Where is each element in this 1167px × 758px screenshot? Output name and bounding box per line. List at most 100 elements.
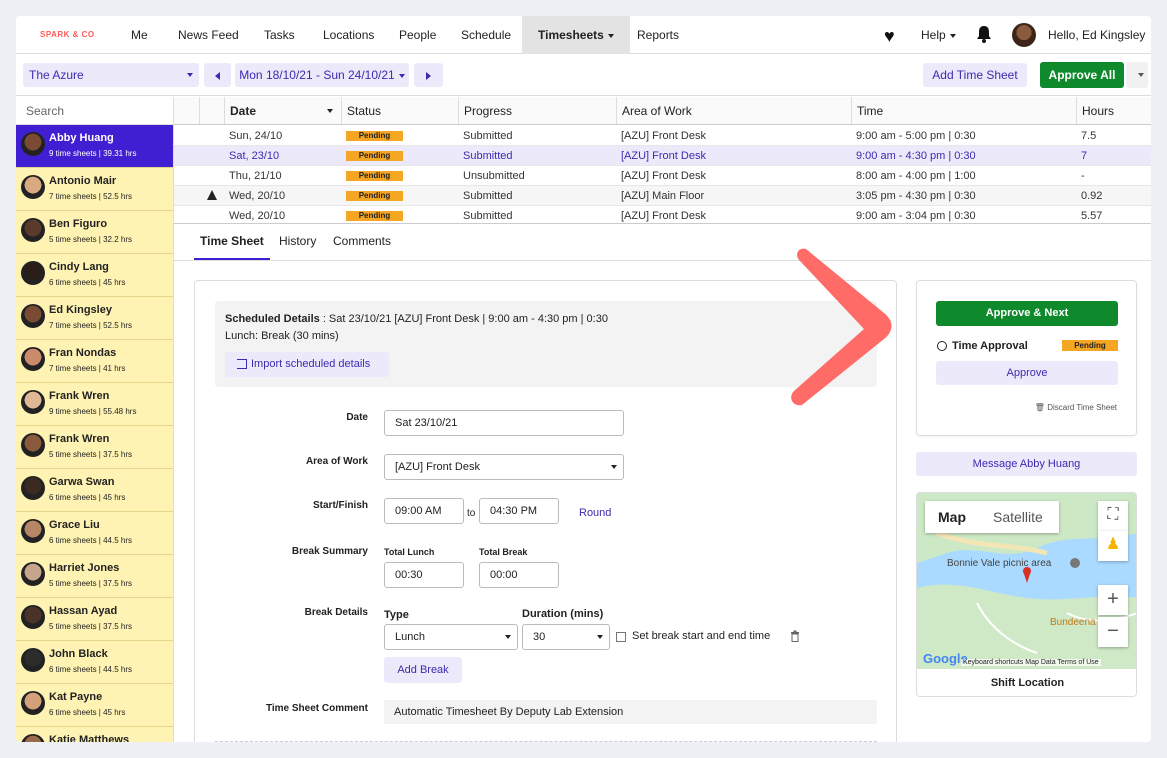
employee-item[interactable]: Hassan Ayad 5 time sheets | 37.5 hrs: [16, 598, 173, 641]
tab-history[interactable]: History: [279, 224, 316, 260]
map-footer-label: Shift Location: [917, 669, 1136, 696]
map-attribution[interactable]: Keyboard shortcuts Map Data Terms of Use: [961, 659, 1101, 666]
employee-item[interactable]: Fran Nondas 7 time sheets | 41 hrs: [16, 340, 173, 383]
bell-icon[interactable]: [976, 25, 992, 43]
date-field[interactable]: Sat 23/10/21: [384, 410, 624, 436]
start-time-field[interactable]: 09:00 AM: [384, 498, 464, 524]
help-menu[interactable]: Help: [917, 16, 960, 54]
cell-status: Pending: [341, 186, 458, 205]
avatar: [21, 390, 45, 414]
employee-item[interactable]: Kat Payne 6 time sheets | 45 hrs: [16, 684, 173, 727]
approve-button[interactable]: Approve: [936, 361, 1118, 385]
pegman-icon[interactable]: ♟: [1098, 531, 1128, 561]
employee-item[interactable]: Antonio Mair 7 time sheets | 52.5 hrs: [16, 168, 173, 211]
add-break-button[interactable]: Add Break: [384, 657, 462, 683]
fullscreen-icon[interactable]: ⛶: [1098, 501, 1128, 531]
set-break-checkbox[interactable]: [616, 632, 626, 642]
table-row[interactable]: Sun, 24/10 Pending Submitted [AZU] Front De…: [174, 126, 1151, 146]
chevron-down-icon: [607, 33, 614, 38]
status-badge: Pending: [346, 191, 403, 202]
nav-reports[interactable]: Reports: [633, 16, 683, 54]
nav-people[interactable]: People: [395, 16, 440, 54]
tab-time-sheet[interactable]: Time Sheet: [194, 224, 270, 260]
approve-next-button[interactable]: Approve & Next: [936, 301, 1118, 326]
zoom-out-button[interactable]: −: [1098, 617, 1128, 647]
table-row[interactable]: Wed, 20/10 Pending Submitted [AZU] Main Flo…: [174, 186, 1151, 206]
employee-item[interactable]: Grace Liu 6 time sheets | 44.5 hrs: [16, 512, 173, 555]
avatar: [21, 734, 45, 742]
col-status[interactable]: Status: [341, 97, 458, 124]
status-badge: Pending: [1062, 340, 1118, 351]
map-tab-map[interactable]: Map: [938, 501, 966, 533]
import-scheduled-button[interactable]: Import scheduled details: [225, 352, 389, 377]
date-range-select[interactable]: Mon 18/10/21 - Sun 24/10/21: [235, 63, 409, 87]
cell-status: Pending: [341, 146, 458, 165]
table-row[interactable]: Thu, 21/10 Pending Unsubmitted [AZU] Front …: [174, 166, 1151, 186]
col-progress[interactable]: Progress: [458, 97, 616, 124]
col-flag: [199, 97, 224, 124]
heart-icon[interactable]: ♥: [884, 26, 895, 47]
break-type-select[interactable]: Lunch: [384, 624, 518, 650]
detail-tabs: Time Sheet History Comments: [174, 224, 1151, 261]
cell-area: [AZU] Front Desk: [621, 170, 706, 182]
nav-news-feed[interactable]: News Feed: [174, 16, 243, 54]
status-badge: Pending: [346, 131, 403, 142]
table-row[interactable]: Sat, 23/10 Pending Submitted [AZU] Front De…: [174, 146, 1151, 166]
employee-summary: 5 time sheets | 37.5 hrs: [49, 622, 133, 631]
employee-search-input[interactable]: Search: [16, 97, 173, 125]
employee-item[interactable]: Ed Kingsley 7 time sheets | 52.5 hrs: [16, 297, 173, 340]
employee-item[interactable]: Harriet Jones 5 time sheets | 37.5 hrs: [16, 555, 173, 598]
message-employee-button[interactable]: Message Abby Huang: [916, 452, 1137, 476]
next-week-button[interactable]: [414, 63, 443, 87]
location-select[interactable]: The Azure: [23, 63, 199, 87]
map-place-label: Bundeena: [1050, 617, 1096, 628]
duration-select[interactable]: 30: [522, 624, 610, 650]
chevron-down-icon: [1138, 73, 1144, 77]
add-timesheet-button[interactable]: Add Time Sheet: [923, 63, 1027, 87]
nav-schedule[interactable]: Schedule: [457, 16, 515, 54]
total-break-field[interactable]: 00:00: [479, 562, 559, 588]
approve-all-button[interactable]: Approve All: [1040, 62, 1124, 88]
comment-label: Time Sheet Comment: [265, 703, 368, 714]
warning-icon: [207, 190, 217, 200]
nav-locations[interactable]: Locations: [319, 16, 378, 54]
employee-name: Abby Huang: [49, 132, 114, 144]
nav-tasks[interactable]: Tasks: [260, 16, 299, 54]
timesheet-comment-field[interactable]: Automatic Timesheet By Deputy Lab Extens…: [384, 700, 877, 724]
map-tab-satellite[interactable]: Satellite: [993, 501, 1043, 533]
employee-item[interactable]: Garwa Swan 6 time sheets | 45 hrs: [16, 469, 173, 512]
employee-item[interactable]: Frank Wren 9 time sheets | 55.48 hrs: [16, 383, 173, 426]
shift-location-map[interactable]: Bonnie Vale picnic area Bundeena Map Sat…: [916, 492, 1137, 697]
lunch-line: Lunch: Break (30 mins): [225, 330, 339, 342]
user-avatar[interactable]: [1012, 23, 1036, 47]
prev-week-button[interactable]: [204, 63, 231, 87]
employee-item[interactable]: John Black 6 time sheets | 44.5 hrs: [16, 641, 173, 684]
col-area[interactable]: Area of Work: [616, 97, 851, 124]
approve-all-dropdown[interactable]: [1126, 62, 1148, 88]
col-date[interactable]: Date: [224, 97, 341, 124]
total-lunch-field[interactable]: 00:30: [384, 562, 464, 588]
avatar: [21, 304, 45, 328]
nav-timesheets[interactable]: Timesheets: [522, 16, 630, 54]
form-divider: [215, 741, 877, 742]
trash-icon[interactable]: [790, 630, 800, 642]
employee-name: Garwa Swan: [49, 476, 115, 488]
employee-item[interactable]: Abby Huang 9 time sheets | 39.31 hrs: [16, 125, 173, 168]
discard-timesheet-link[interactable]: 🗑 Discard Time Sheet: [1035, 403, 1117, 412]
round-link[interactable]: Round: [579, 507, 611, 519]
table-row[interactable]: Wed, 20/10 Pending Submitted [AZU] Front De…: [174, 206, 1151, 223]
area-select[interactable]: [AZU] Front Desk: [384, 454, 624, 480]
zoom-in-button[interactable]: +: [1098, 585, 1128, 615]
employee-name: Cindy Lang: [49, 261, 109, 273]
tab-comments[interactable]: Comments: [333, 224, 391, 260]
employee-item[interactable]: Frank Wren 5 time sheets | 37.5 hrs: [16, 426, 173, 469]
employee-item[interactable]: Ben Figuro 5 time sheets | 32.2 hrs: [16, 211, 173, 254]
finish-time-field[interactable]: 04:30 PM: [479, 498, 559, 524]
nav-me[interactable]: Me: [127, 16, 152, 54]
col-time[interactable]: Time: [851, 97, 1076, 124]
employee-item[interactable]: Cindy Lang 6 time sheets | 45 hrs: [16, 254, 173, 297]
employee-item[interactable]: Katie Matthews: [16, 727, 173, 742]
scheduled-value: : Sat 23/10/21 [AZU] Front Desk | 9:00 a…: [319, 313, 608, 325]
avatar: [21, 605, 45, 629]
col-hours[interactable]: Hours: [1076, 97, 1151, 124]
